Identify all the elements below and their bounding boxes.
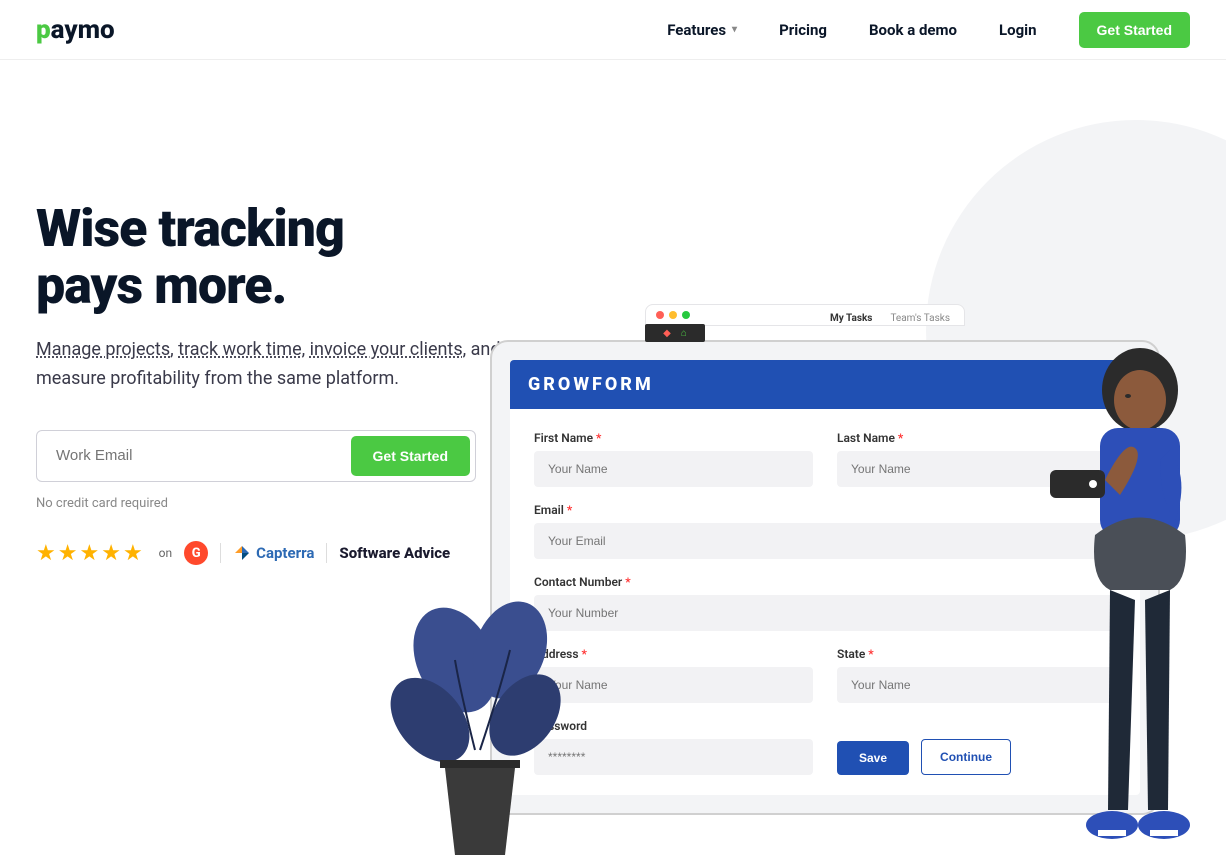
traffic-light-minimize-icon [669,311,677,319]
hero-title-line2: pays more. [36,255,286,316]
ratings-row: ★ ★ ★ ★ ★ on G Capterra Software Advice [36,541,516,566]
main-nav: Features ▾ Pricing Book a demo Login Get… [667,12,1190,48]
header-cta-button[interactable]: Get Started [1079,12,1190,48]
link-manage-projects[interactable]: Manage projects [36,339,170,360]
required-icon: * [596,431,601,445]
required-icon: * [582,647,587,661]
nav-pricing[interactable]: Pricing [779,21,827,39]
nav-features[interactable]: Features ▾ [667,21,737,39]
no-credit-card-text: No credit card required [36,496,516,511]
nav-login[interactable]: Login [999,21,1037,39]
mockup-toolbar: ◆ ⌂ [645,324,705,342]
capterra-logo: Capterra [233,544,314,562]
traffic-light-close-icon [656,311,664,319]
software-advice-logo: Software Advice [339,544,450,562]
mockup-tabs: My Tasks Team's Tasks [830,313,950,324]
hero-section: Wise tracking pays more. Manage projects… [0,60,1226,566]
g2-icon: G [184,541,208,565]
chevron-down-icon: ▾ [732,24,737,35]
required-icon: * [898,431,903,445]
star-icon: ★ [58,541,78,566]
field-email: Email * [534,503,1116,559]
logo[interactable]: paymo [36,15,115,45]
field-first-name: First Name * [534,431,813,487]
capterra-label: Capterra [256,544,314,562]
toolbar-app-icon: ◆ [663,328,671,339]
traffic-light-zoom-icon [682,311,690,319]
hero-subtitle: Manage projects, track work time, invoic… [36,336,516,394]
star-icon: ★ [101,541,121,566]
hero-title-line1: Wise tracking [36,198,344,259]
logo-mark: p [36,15,51,45]
hero-title: Wise tracking pays more. [36,200,516,314]
label-first-name: First Name * [534,431,813,445]
hero-content: Wise tracking pays more. Manage projects… [36,200,516,566]
input-email[interactable] [534,523,1116,559]
on-label: on [159,546,172,560]
star-icon: ★ [36,541,56,566]
input-contact-number[interactable] [534,595,1116,631]
star-rating: ★ ★ ★ ★ ★ [36,541,143,566]
star-icon: ★ [123,541,143,566]
nav-features-label: Features [667,21,726,39]
work-email-input[interactable] [42,436,351,476]
label-email: Email * [534,503,1116,517]
divider [220,543,221,563]
link-invoice-clients[interactable]: invoice your clients [310,339,463,360]
star-icon: ★ [79,541,99,566]
nav-book-demo[interactable]: Book a demo [869,21,957,39]
form-panel: GROWFORM First Name * Last Name * Email … [510,360,1140,795]
save-button[interactable]: Save [837,741,909,775]
logo-text: aymo [51,15,115,45]
divider [326,543,327,563]
link-track-time[interactable]: track work time [178,339,302,360]
required-icon: * [868,647,873,661]
site-header: paymo Features ▾ Pricing Book a demo Log… [0,0,1226,60]
email-signup-form: Get Started [36,430,476,482]
tab-my-tasks: My Tasks [830,313,872,324]
form-title: GROWFORM [510,360,1140,409]
email-cta-button[interactable]: Get Started [351,436,470,476]
continue-button[interactable]: Continue [921,739,1011,775]
tab-team-tasks: Team's Tasks [890,313,950,324]
form-body: First Name * Last Name * Email * Contact… [510,409,1140,795]
plant-illustration [380,600,580,860]
required-icon: * [567,503,572,517]
person-illustration [1050,340,1226,860]
required-icon: * [625,575,630,589]
home-icon: ⌂ [681,328,687,339]
field-contact-number: Contact Number * [534,575,1116,631]
label-contact-number: Contact Number * [534,575,1116,589]
capterra-arrow-icon [233,544,251,562]
input-first-name[interactable] [534,451,813,487]
